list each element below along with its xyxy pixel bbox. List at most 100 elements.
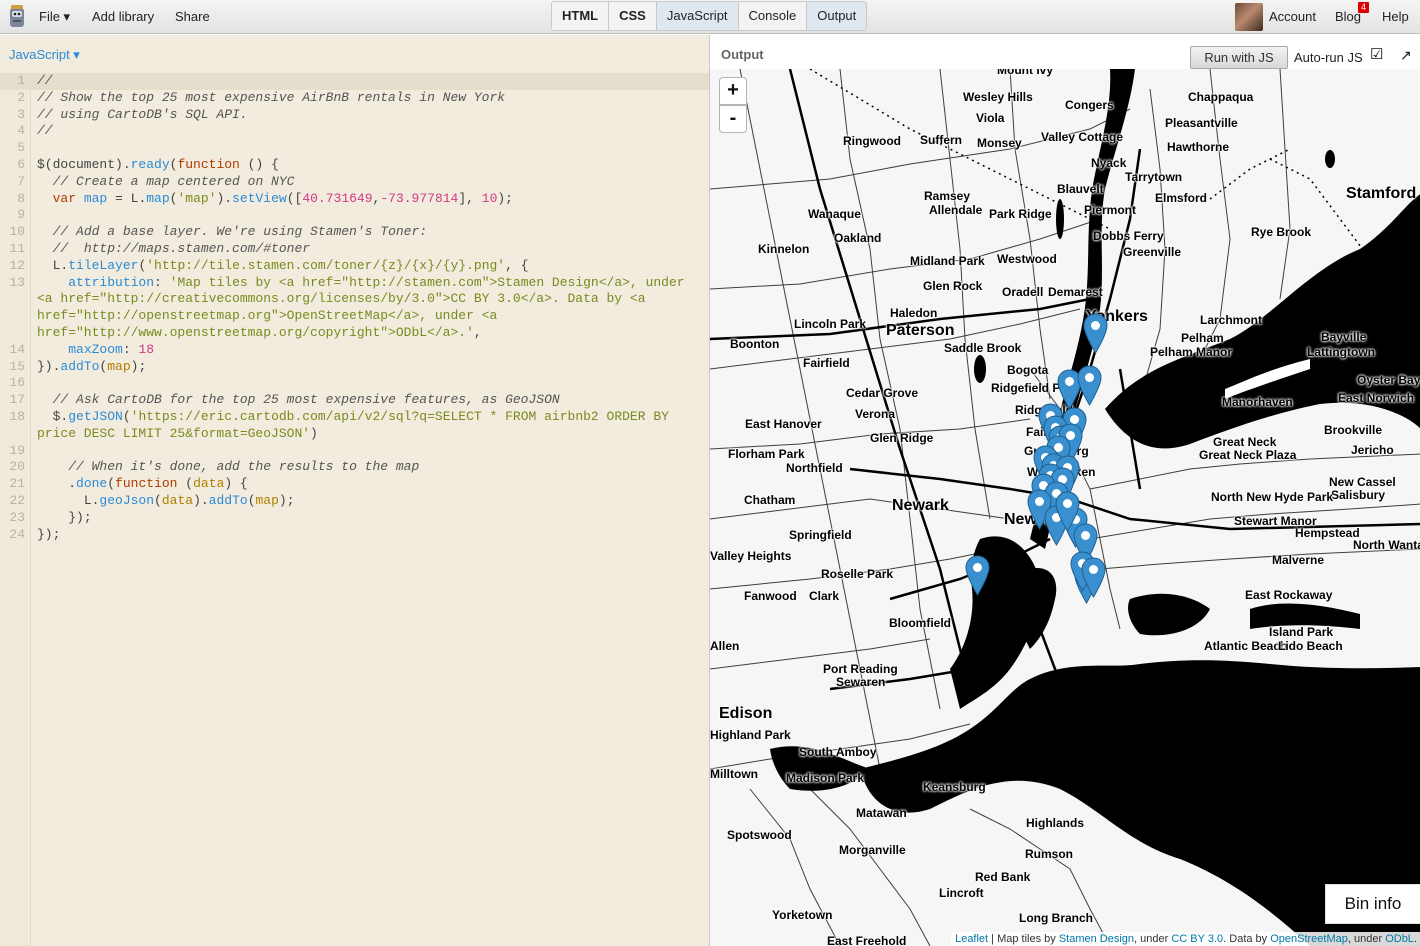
code-text: // Ask CartoDB for the top 25 most expen… [37,392,697,409]
code-token: 'map' [177,190,217,206]
map-marker-pin-icon[interactable] [1081,557,1106,598]
bin-info-button[interactable]: Bin info [1325,884,1420,924]
tab-output[interactable]: Output [807,2,867,30]
place-label: Springfield [789,528,852,542]
attribution-text: | Map tiles by [988,933,1059,945]
code-line[interactable]: 4 // [0,123,709,140]
place-label: Bogota [1007,363,1049,377]
code-line[interactable]: 11 // http://maps.stamen.com/#toner [0,241,709,258]
code-line[interactable]: 19 ​ [0,443,709,460]
tab-console[interactable]: Console [739,2,808,30]
code-token: L. [37,492,100,508]
code-token: map [107,358,131,374]
autorun-checkbox-icon[interactable]: ☑ [1370,45,1383,63]
line-number: 2 [17,89,25,105]
code-token: data [161,492,194,508]
code-line[interactable]: 23 }); [0,510,709,527]
zoom-out-button[interactable]: - [719,105,747,133]
run-with-js-button[interactable]: Run with JS [1190,46,1288,69]
code-line[interactable]: 12 L.tileLayer('http://tile.stamen.com/t… [0,258,709,275]
avatar[interactable] [1235,3,1263,31]
file-menu[interactable]: File ▾ [39,9,70,25]
code-token: : [154,274,170,290]
code-line[interactable]: 1 // [0,73,709,90]
code-line[interactable]: 5​ [0,140,709,157]
attribution-link[interactable]: OpenStreetMap [1270,933,1348,945]
code-line[interactable]: 14 maxZoom: 18 [0,342,709,359]
code-area[interactable]: 1 // 2 // Show the top 25 most expensive Ai… [0,73,709,543]
code-line[interactable]: 3 // using CartoDB's SQL API. [0,107,709,124]
code-line[interactable]: 9​ [0,207,709,224]
code-line[interactable]: 17 // Ask CartoDB for the top 25 most ex… [0,392,709,409]
place-label: Salisbury [1331,488,1386,502]
tab-css[interactable]: CSS [609,2,657,30]
code-token: ) { [224,476,248,492]
map-marker-pin-icon[interactable] [1083,313,1108,354]
attribution-link[interactable]: ODbL [1385,933,1414,945]
code-text: L.geoJson(data).addTo(map); [37,493,697,510]
attribution-link[interactable]: CC BY 3.0 [1171,933,1223,945]
code-line[interactable]: 7 // Create a map centered on NYC [0,174,709,191]
code-line[interactable]: 6 $(document).ready(function () { [0,157,709,174]
code-token: 18 [138,341,155,357]
autorun-label[interactable]: Auto-run JS [1294,50,1363,65]
help-link[interactable]: Help [1382,9,1409,24]
place-label: Red Bank [975,870,1031,884]
place-label: Port Reading [823,662,898,676]
place-label: Ramsey [924,189,971,203]
code-token: $(document). [37,156,131,172]
tab-html[interactable]: HTML [552,2,610,30]
line-number: 15 [9,358,25,374]
popout-arrow-icon[interactable]: ↗ [1400,47,1412,64]
share-menu[interactable]: Share [175,9,210,24]
editor-language-dropdown[interactable]: JavaScript ▾ [9,47,80,63]
line-number: 3 [17,106,25,122]
attribution-link[interactable]: Leaflet [955,933,988,945]
code-text: $.getJSON('https://eric.cartodb.com/api/… [37,409,697,443]
code-line[interactable]: 15}).addTo(map); [0,359,709,376]
place-label: Glen Rock [923,279,983,293]
code-line[interactable]: 13 attribution: 'Map tiles by <a href="h… [0,275,709,342]
attribution-link[interactable]: Stamen Design [1059,933,1134,945]
line-number: 21 [9,476,25,492]
place-label: Jericho [1351,443,1394,457]
place-label: Highland Park [710,728,791,742]
code-line[interactable]: 24}); [0,527,709,544]
code-text: .done(function (data) { [37,476,697,493]
code-line[interactable]: 8 var map = L.map('map').setView([40.731… [0,191,709,208]
code-line[interactable]: 16 ​ [0,375,709,392]
place-label: Manorhaven [1222,395,1293,409]
tab-javascript[interactable]: JavaScript [656,2,739,30]
code-line[interactable]: 21 .done(function (data) { [0,476,709,493]
line-number: 23 [9,509,25,525]
map-marker-pin-icon[interactable] [965,555,990,596]
map-view[interactable]: + - Mount Ivy Wesley Hills Congers Chappaqu… [710,69,1420,946]
code-line[interactable]: 18 $.getJSON('https://eric.cartodb.com/a… [0,409,709,443]
code-token: tileLayer [68,257,139,273]
code-text: }); [37,510,697,527]
code-token: map [83,190,108,206]
code-line[interactable]: 2 // Show the top 25 most expensive AirBn… [0,90,709,107]
panel-tabs: HTML CSS JavaScript Console Output [551,1,868,31]
code-token: L. [37,257,69,273]
code-line[interactable]: 20 // When it's done, add the results to… [0,459,709,476]
place-label: Chatham [744,493,796,507]
code-text: ​ [37,375,697,392]
place-label: Oakland [834,231,882,245]
code-line[interactable]: 22 L.geoJson(data).addTo(map); [0,493,709,510]
line-number: 12 [9,257,25,273]
jsbin-logo-icon[interactable] [8,5,26,29]
code-token: function [177,156,240,172]
attribution-text: , under [1347,933,1386,945]
place-label: Sewaren [836,675,886,689]
map-marker-pin-icon[interactable] [1077,365,1102,406]
code-token: () { [239,156,279,172]
add-library-menu[interactable]: Add library [92,9,154,24]
place-label: North Wantagh [1353,538,1420,552]
account-link[interactable]: Account [1269,9,1316,24]
place-label: Great Neck [1213,435,1277,449]
code-line[interactable]: 10 // Add a base layer. We're using Stam… [0,224,709,241]
zoom-in-button[interactable]: + [719,77,747,105]
